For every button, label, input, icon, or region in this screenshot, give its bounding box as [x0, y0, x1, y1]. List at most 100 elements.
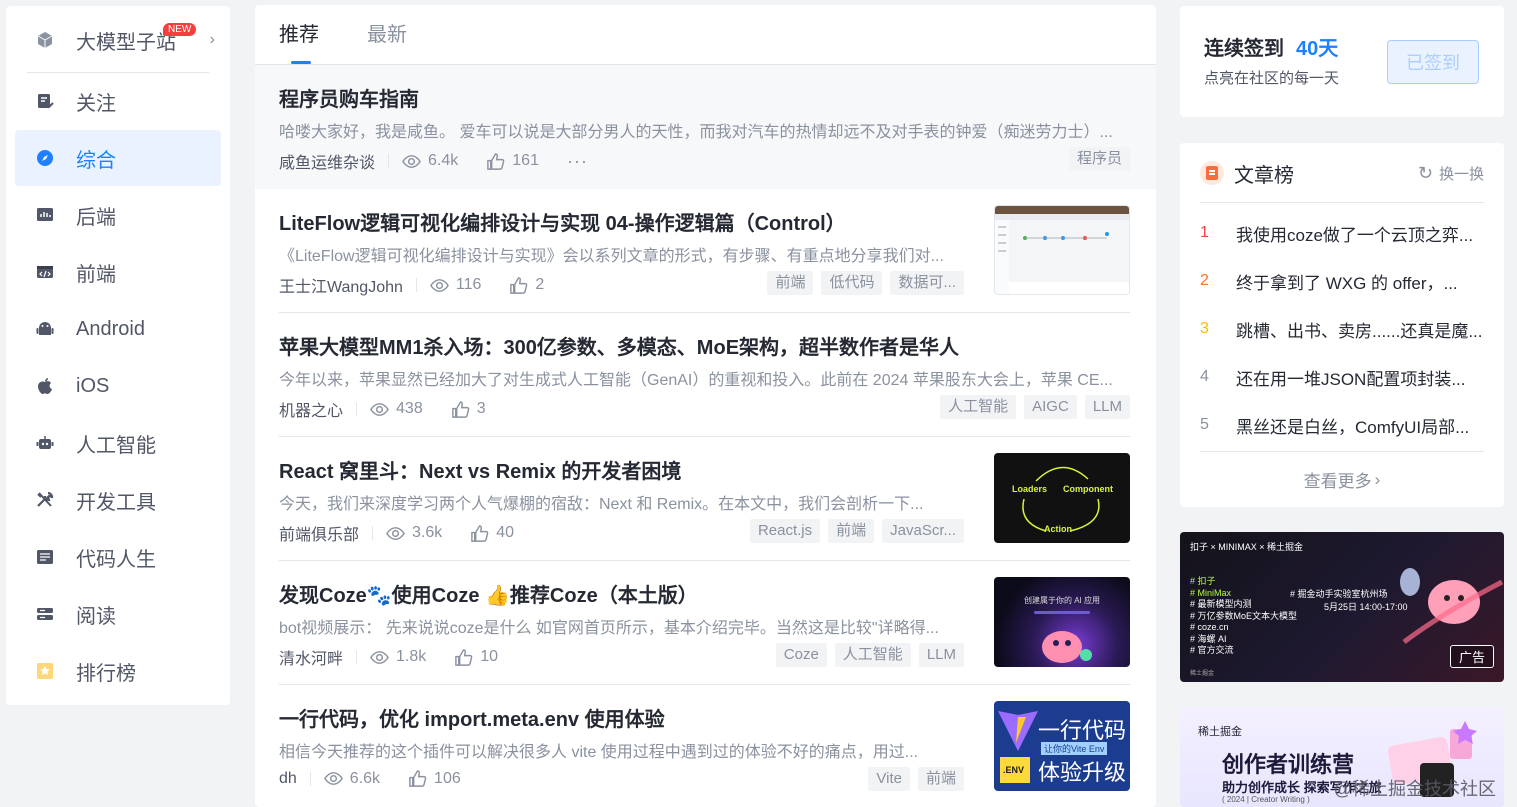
article-tag[interactable]: 程序员 — [1068, 147, 1130, 171]
article-abstract: 相信今天推荐的这个插件可以解决很多人 vite 使用过程中遇到过的体验不好的痛点… — [279, 744, 919, 761]
ad-banner-creator-camp[interactable]: 稀土掘金 创作者训练营 助力创作成长 探索写作之旅 ( 2024 | Creat… — [1180, 707, 1504, 807]
sidebar-item-android[interactable]: Android — [15, 301, 221, 357]
tools-icon — [36, 491, 54, 509]
view-count: 438 — [370, 400, 423, 419]
sidebar-item-reading[interactable]: 阅读 — [15, 586, 221, 642]
frontend-icon — [36, 263, 54, 281]
article-tag[interactable]: 人工智能 — [940, 395, 1017, 419]
like-count[interactable]: 10 — [454, 648, 498, 667]
article-item[interactable]: 苹果大模型MM1杀入场：300亿参数、多模态、MoE架构，超半数作者是华人 今年… — [279, 313, 1130, 437]
article-tag[interactable]: 人工智能 — [834, 643, 911, 667]
sidebar-item-label: 大模型子站 — [76, 31, 176, 54]
thumb-up-icon — [471, 524, 489, 542]
sidebar-item-label: 代码人生 — [76, 548, 156, 571]
feed-tabs: 推荐 最新 — [255, 5, 1156, 65]
sidebar-item-frontend[interactable]: 前端 — [15, 244, 221, 300]
article-author[interactable]: 王士江WangJohn — [279, 273, 403, 297]
more-options-icon[interactable]: ··· — [567, 151, 588, 172]
refresh-button[interactable]: ↻ 换一换 — [1418, 163, 1484, 184]
ad-banner-coze-minimax[interactable]: 扣子 × MINIMAX × 稀土掘金 # 扣子 # MiniMax # 最新模… — [1180, 532, 1504, 682]
article-title[interactable]: 发现Coze🐾使用Coze 👍推荐Coze（本土版） — [279, 579, 698, 608]
chevron-right-icon: › — [1374, 469, 1381, 489]
article-title[interactable]: React 窝里斗：Next vs Remix 的开发者困境 — [279, 455, 681, 484]
signed-in-button[interactable]: 已签到 — [1387, 40, 1479, 84]
article-meta: 清水河畔 1.8k 10 — [279, 645, 526, 669]
sidebar-item-ranking[interactable]: 排行榜 — [15, 643, 221, 699]
sidebar-item-code-life[interactable]: 代码人生 — [15, 529, 221, 585]
like-count[interactable]: 106 — [408, 769, 461, 788]
thumb-up-icon — [510, 276, 528, 294]
cube-icon — [36, 31, 54, 49]
article-tag[interactable]: 前端 — [917, 767, 964, 791]
like-count[interactable]: 161 — [486, 152, 539, 171]
tab-recommended[interactable]: 推荐 — [279, 5, 319, 64]
like-count[interactable]: 3 — [451, 400, 486, 419]
sidebar-item-label: 人工智能 — [76, 434, 156, 457]
article-thumbnail[interactable]: Loaders Component Action — [994, 453, 1130, 543]
screenshot-thumbnail-image — [995, 206, 1129, 294]
article-tag[interactable]: AIGC — [1024, 395, 1077, 419]
thumb-up-icon — [451, 400, 470, 418]
article-item[interactable]: 一行代码，优化 import.meta.env 使用体验 相信今天推荐的这个插件… — [279, 685, 1130, 807]
divider — [309, 771, 311, 786]
ranking-item[interactable]: 2 终于拿到了 WXG 的 offer，... — [1200, 257, 1484, 305]
article-title[interactable]: 程序员购车指南 — [279, 83, 419, 112]
article-author[interactable]: 咸鱼运维杂谈 — [279, 149, 375, 173]
article-tag[interactable]: 前端 — [767, 271, 814, 295]
ranking-item[interactable]: 3 跳槽、出书、卖房......还真是魔... — [1200, 305, 1484, 353]
article-tag[interactable]: React.js — [749, 519, 821, 543]
tab-latest[interactable]: 最新 — [367, 5, 407, 64]
ranking-icon — [36, 662, 54, 680]
ranking-item[interactable]: 4 还在用一堆JSON配置项封装... — [1200, 353, 1484, 401]
article-title[interactable]: LiteFlow逻辑可视化编排设计与实现 04-操作逻辑篇（Control） — [279, 207, 846, 236]
sidebar-item-follow[interactable]: 关注 — [15, 73, 221, 129]
article-item[interactable]: 发现Coze🐾使用Coze 👍推荐Coze（本土版） bot视频展示： 先来说说… — [279, 561, 1130, 685]
view-count: 6.6k — [323, 769, 380, 788]
like-count[interactable]: 40 — [470, 524, 514, 543]
thumb-label: Action — [1044, 524, 1072, 534]
article-item[interactable]: LiteFlow逻辑可视化编排设计与实现 04-操作逻辑篇（Control） 《… — [279, 189, 1130, 313]
eye-icon — [323, 772, 343, 785]
article-tag[interactable]: Vite — [868, 767, 910, 791]
sidebar-item-label: Android — [76, 317, 145, 340]
article-thumbnail[interactable]: .ENV 一行代码 让你的Vite Env 体验升级 — [994, 701, 1130, 791]
sidebar-item-comprehensive[interactable]: 综合 — [15, 130, 221, 186]
view-more-link[interactable]: 查看更多 › — [1200, 451, 1484, 507]
article-author[interactable]: 清水河畔 — [279, 645, 343, 669]
article-tag[interactable]: JavaScr... — [882, 519, 964, 543]
sidebar-item-ios[interactable]: iOS — [15, 358, 221, 414]
ranking-item[interactable]: 1 我使用coze做了一个云顶之弈... — [1200, 209, 1484, 257]
ranking-item[interactable]: 5 黑丝还是白丝，ComfyUI局部... — [1200, 401, 1484, 449]
compass-icon — [36, 149, 54, 167]
sidebar-item-backend[interactable]: 后端 — [15, 187, 221, 243]
like-count[interactable]: 2 — [509, 276, 544, 295]
article-thumbnail[interactable] — [994, 205, 1130, 295]
sidebar-item-ai[interactable]: 人工智能 — [15, 415, 221, 471]
article-item[interactable]: React 窝里斗：Next vs Remix 的开发者困境 今天，我们来深度学… — [279, 437, 1130, 561]
article-tag[interactable]: 前端 — [828, 519, 875, 543]
article-tag[interactable]: 数据可... — [890, 271, 964, 295]
article-thumbnail[interactable]: 创建属于你的 AI 应用 — [994, 577, 1130, 667]
article-tag[interactable]: Coze — [775, 643, 827, 667]
article-author[interactable]: 机器之心 — [279, 397, 343, 421]
eye-icon — [402, 154, 421, 168]
article-tag[interactable]: 低代码 — [821, 271, 883, 295]
chevron-right-icon: › — [209, 31, 215, 48]
sidebar-item-llm-substation[interactable]: 大模型子站 NEW › — [15, 12, 221, 68]
article-abstract: 哈喽大家好，我是咸鱼。 爱车可以说是大部分男人的天性，而我对汽车的热情却远不及对… — [279, 124, 1113, 141]
reading-icon — [36, 605, 54, 623]
divider — [356, 650, 358, 664]
article-tag[interactable]: LLM — [1084, 395, 1130, 419]
article-item[interactable]: 程序员购车指南 哈喽大家好，我是咸鱼。 爱车可以说是大部分男人的天性，而我对汽车… — [255, 65, 1156, 189]
view-count: 6.4k — [402, 152, 458, 171]
article-tag[interactable]: LLM — [918, 643, 964, 667]
refresh-icon: ↻ — [1417, 163, 1433, 183]
article-author[interactable]: 前端俱乐部 — [279, 521, 359, 545]
article-tags: React.js 前端 JavaScr... — [749, 519, 964, 543]
ad-text-lines: # 扣子 # MiniMax # 最新模型内测 # 万亿参数MoE文本大模型 #… — [1190, 576, 1298, 655]
article-title[interactable]: 一行代码，优化 import.meta.env 使用体验 — [279, 703, 665, 732]
sidebar-item-dev-tools[interactable]: 开发工具 — [15, 472, 221, 528]
signin-subtitle: 点亮在社区的每一天 — [1204, 70, 1340, 87]
article-author[interactable]: dh — [279, 770, 297, 788]
article-title[interactable]: 苹果大模型MM1杀入场：300亿参数、多模态、MoE架构，超半数作者是华人 — [279, 331, 959, 360]
